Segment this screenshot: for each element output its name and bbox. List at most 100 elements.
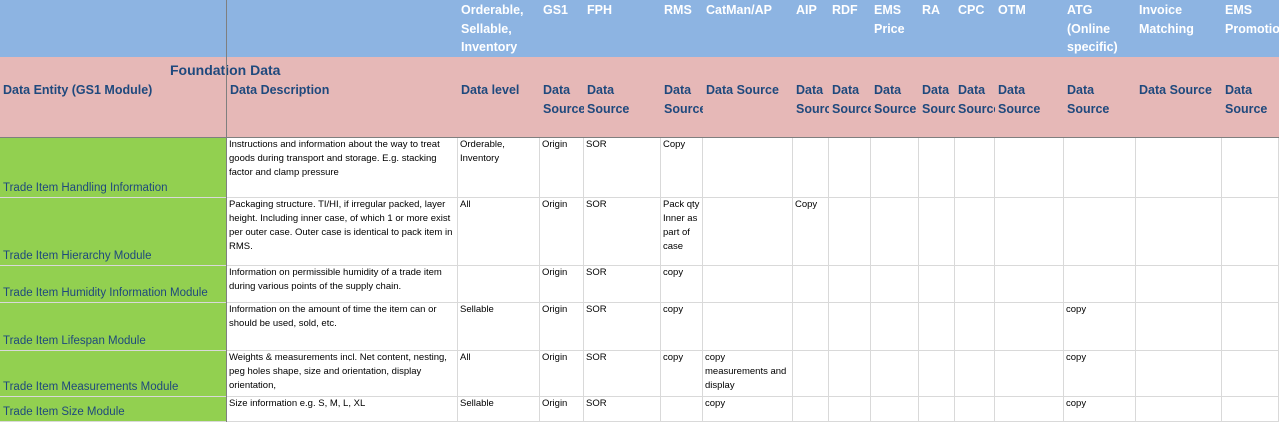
table-cell[interactable]: [955, 198, 995, 266]
table-cell[interactable]: [955, 351, 995, 397]
table-cell[interactable]: [661, 397, 703, 422]
table-cell[interactable]: [829, 138, 871, 198]
table-cell[interactable]: [919, 138, 955, 198]
header-column-6[interactable]: CatMan/AP: [703, 0, 793, 57]
table-cell[interactable]: [703, 138, 793, 198]
table-cell[interactable]: [919, 198, 955, 266]
table-cell[interactable]: [919, 266, 955, 303]
table-cell[interactable]: Origin: [540, 303, 584, 351]
table-cell[interactable]: [793, 351, 829, 397]
table-cell[interactable]: [995, 397, 1064, 422]
data-entity-cell[interactable]: Trade Item Humidity Information Module: [0, 266, 227, 303]
header-column-13[interactable]: ATG (Online specific): [1064, 0, 1136, 57]
header-column-12[interactable]: OTM: [995, 0, 1064, 57]
table-cell[interactable]: Origin: [540, 138, 584, 198]
header-column-10[interactable]: RA: [919, 0, 955, 57]
table-cell[interactable]: copy: [703, 397, 793, 422]
table-cell[interactable]: Origin: [540, 351, 584, 397]
header-column-7[interactable]: AIP: [793, 0, 829, 57]
table-cell[interactable]: [829, 266, 871, 303]
header-column-9[interactable]: EMS Price: [871, 0, 919, 57]
subheader-column-4[interactable]: Data Source: [584, 57, 661, 138]
header-column-14[interactable]: Invoice Matching: [1136, 0, 1222, 57]
table-cell[interactable]: [871, 198, 919, 266]
table-cell[interactable]: [995, 351, 1064, 397]
table-cell[interactable]: Pack qty Inner as part of case: [661, 198, 703, 266]
header-column-15[interactable]: EMS Promotion: [1222, 0, 1279, 57]
table-cell[interactable]: Orderable, Inventory: [458, 138, 540, 198]
table-cell[interactable]: SOR: [584, 198, 661, 266]
table-cell[interactable]: [829, 397, 871, 422]
table-cell[interactable]: SOR: [584, 266, 661, 303]
table-cell[interactable]: copy: [661, 266, 703, 303]
subheader-column-6[interactable]: Data Source: [703, 57, 793, 138]
table-cell[interactable]: [1136, 351, 1222, 397]
table-cell[interactable]: [1064, 138, 1136, 198]
subheader-column-15[interactable]: Data Source: [1222, 57, 1279, 138]
table-cell[interactable]: [995, 138, 1064, 198]
table-cell[interactable]: copy: [1064, 303, 1136, 351]
table-cell[interactable]: Copy: [793, 198, 829, 266]
table-cell[interactable]: [703, 303, 793, 351]
table-cell[interactable]: [793, 138, 829, 198]
data-entity-cell[interactable]: Trade Item Size Module: [0, 397, 227, 422]
table-cell[interactable]: [995, 198, 1064, 266]
table-cell[interactable]: Information on the amount of time the it…: [227, 303, 458, 351]
subheader-column-9[interactable]: Data Source: [871, 57, 919, 138]
table-cell[interactable]: Copy: [661, 138, 703, 198]
table-cell[interactable]: [703, 266, 793, 303]
table-cell[interactable]: SOR: [584, 303, 661, 351]
table-cell[interactable]: [1136, 303, 1222, 351]
table-cell[interactable]: Origin: [540, 198, 584, 266]
data-entity-cell[interactable]: Trade Item Hierarchy Module: [0, 198, 227, 266]
table-cell[interactable]: Weights & measurements incl. Net content…: [227, 351, 458, 397]
table-cell[interactable]: Sellable: [458, 397, 540, 422]
table-cell[interactable]: [1222, 397, 1279, 422]
table-cell[interactable]: [1136, 138, 1222, 198]
table-cell[interactable]: [1222, 138, 1279, 198]
table-cell[interactable]: Size information e.g. S, M, L, XL: [227, 397, 458, 422]
table-cell[interactable]: SOR: [584, 351, 661, 397]
table-cell[interactable]: [1222, 351, 1279, 397]
table-cell[interactable]: [829, 198, 871, 266]
table-cell[interactable]: [1064, 266, 1136, 303]
table-cell[interactable]: [793, 303, 829, 351]
header-column-8[interactable]: RDF: [829, 0, 871, 57]
subheader-column-13[interactable]: Data Source: [1064, 57, 1136, 138]
table-cell[interactable]: [793, 397, 829, 422]
table-cell[interactable]: [871, 397, 919, 422]
table-cell[interactable]: [995, 266, 1064, 303]
table-cell[interactable]: [1222, 266, 1279, 303]
table-cell[interactable]: [995, 303, 1064, 351]
data-entity-cell[interactable]: Trade Item Handling Information: [0, 138, 227, 198]
table-cell[interactable]: [1064, 198, 1136, 266]
header-column-0[interactable]: [0, 0, 227, 57]
table-cell[interactable]: SOR: [584, 138, 661, 198]
table-cell[interactable]: copy: [1064, 351, 1136, 397]
table-cell[interactable]: Packaging structure. TI/HI, if irregular…: [227, 198, 458, 266]
table-cell[interactable]: Information on permissible humidity of a…: [227, 266, 458, 303]
table-cell[interactable]: Sellable: [458, 303, 540, 351]
table-cell[interactable]: All: [458, 351, 540, 397]
table-cell[interactable]: [955, 303, 995, 351]
table-cell[interactable]: [919, 303, 955, 351]
table-cell[interactable]: [793, 266, 829, 303]
subheader-column-2[interactable]: Data level: [458, 57, 540, 138]
table-cell[interactable]: [871, 138, 919, 198]
subheader-column-8[interactable]: Data Source: [829, 57, 871, 138]
subheader-column-12[interactable]: Data Source: [995, 57, 1064, 138]
table-cell[interactable]: copy: [661, 303, 703, 351]
table-cell[interactable]: [955, 266, 995, 303]
table-cell[interactable]: Origin: [540, 397, 584, 422]
header-column-11[interactable]: CPC: [955, 0, 995, 57]
table-cell[interactable]: Instructions and information about the w…: [227, 138, 458, 198]
subheader-column-14[interactable]: Data Source: [1136, 57, 1222, 138]
table-cell[interactable]: [1222, 198, 1279, 266]
subheader-column-3[interactable]: Data Source: [540, 57, 584, 138]
subheader-column-10[interactable]: Data Source: [919, 57, 955, 138]
header-column-5[interactable]: RMS: [661, 0, 703, 57]
table-cell[interactable]: [1136, 266, 1222, 303]
subheader-column-7[interactable]: Data Source: [793, 57, 829, 138]
subheader-column-11[interactable]: Data Source: [955, 57, 995, 138]
header-column-3[interactable]: GS1: [540, 0, 584, 57]
